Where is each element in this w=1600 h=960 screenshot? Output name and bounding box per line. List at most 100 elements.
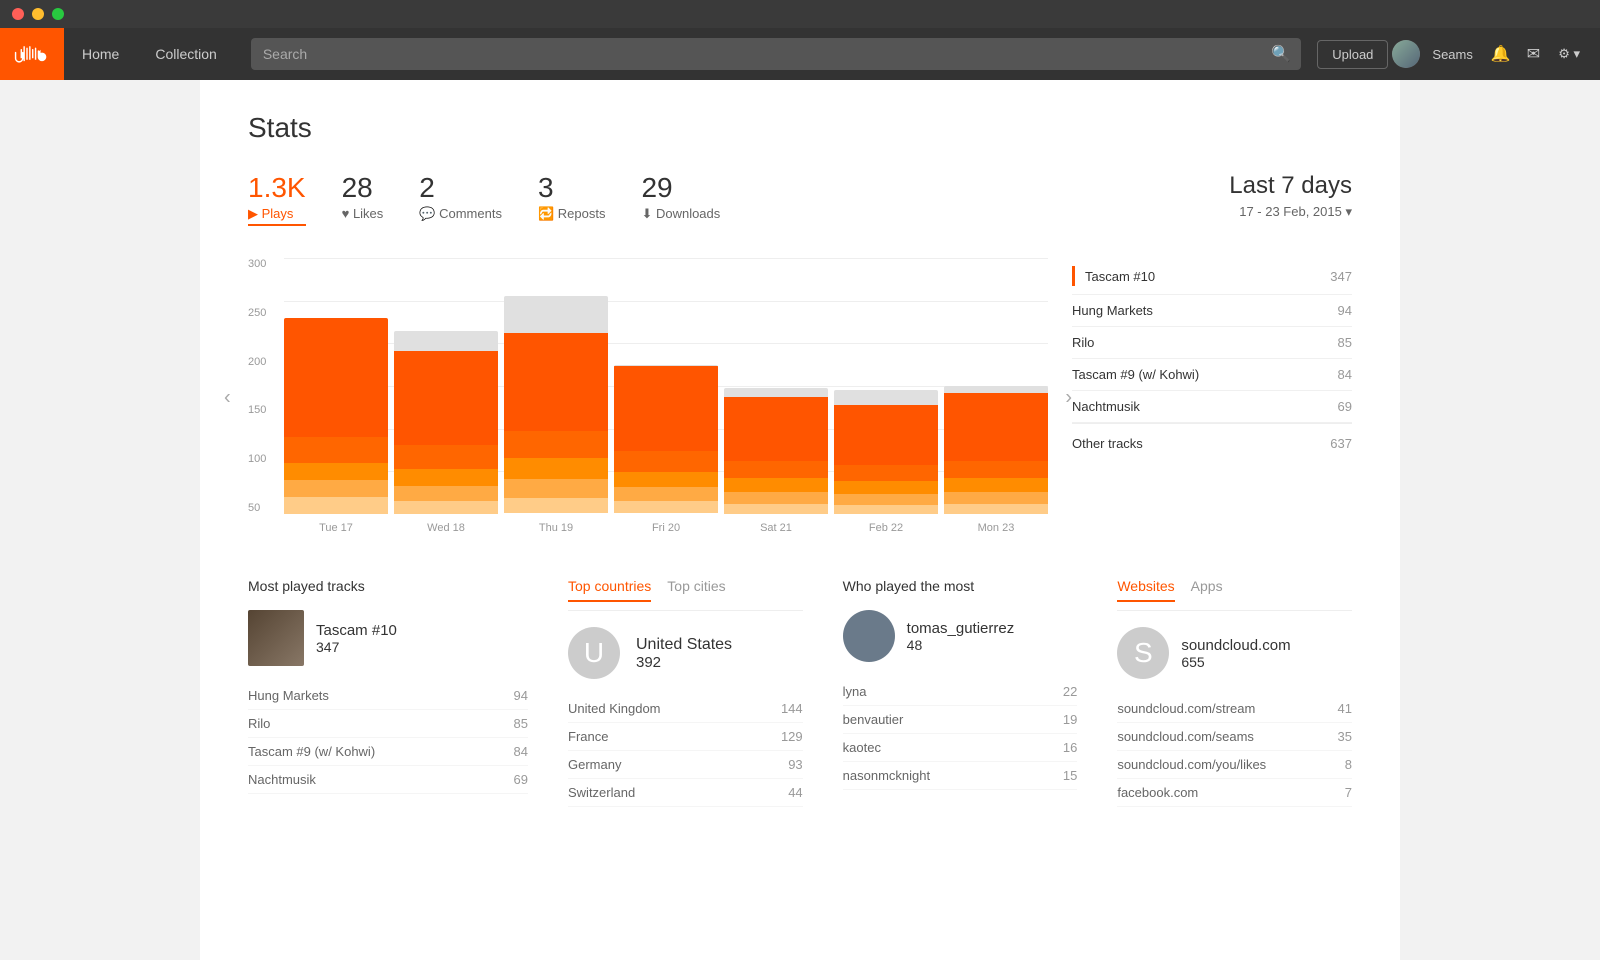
- search-icon: 🔍: [1271, 44, 1291, 64]
- web-featured-name: soundcloud.com: [1181, 637, 1290, 654]
- likes-label[interactable]: ♥ Likes: [342, 206, 384, 221]
- period-subtitle[interactable]: 17 - 23 Feb, 2015 ▾: [1229, 204, 1352, 220]
- comments-count: 2: [419, 172, 502, 204]
- bottom-section: Most played tracks Tascam #10 347 Hung M…: [248, 578, 1352, 807]
- bar-label-4: Sat 21: [760, 522, 792, 534]
- collection-nav-link[interactable]: Collection: [137, 28, 234, 80]
- maximize-dot[interactable]: [52, 8, 64, 20]
- bar-group-1: Wed 18: [394, 331, 498, 514]
- bar-label-2: Thu 19: [539, 522, 573, 534]
- soundcloud-logo-icon: [14, 44, 50, 64]
- reposts-stat: 3 🔁 Reposts: [538, 172, 606, 222]
- close-dot[interactable]: [12, 8, 24, 20]
- user-item-3: nasonmcknight15: [843, 762, 1078, 790]
- chart-main: ‹ › 300 250 200 150 100 50: [248, 258, 1048, 538]
- minimize-dot[interactable]: [32, 8, 44, 20]
- bar-label-0: Tue 17: [319, 522, 353, 534]
- chart-area: ‹ › 300 250 200 150 100 50: [248, 258, 1352, 538]
- chart-next-button[interactable]: ›: [1065, 387, 1072, 410]
- geo-item-1: France129: [568, 723, 803, 751]
- websites-section: Websites Apps S soundcloud.com 655 sound…: [1117, 578, 1352, 807]
- logo[interactable]: [0, 28, 64, 80]
- y-label-200: 200: [248, 356, 284, 368]
- user-item-1: benvautier19: [843, 706, 1078, 734]
- bar-label-1: Wed 18: [427, 522, 465, 534]
- avatar[interactable]: [1392, 40, 1420, 68]
- y-label-250: 250: [248, 307, 284, 319]
- bar-group-4: Sat 21: [724, 388, 828, 514]
- tab-websites[interactable]: Websites: [1117, 578, 1174, 602]
- plays-label[interactable]: ▶ Plays: [248, 206, 306, 226]
- tab-top-cities[interactable]: Top cities: [667, 578, 725, 602]
- geo-featured-count: 392: [636, 654, 732, 671]
- period-title: Last 7 days: [1229, 172, 1352, 200]
- downloads-label[interactable]: ⬇ Downloads: [641, 206, 720, 222]
- y-label-300: 300: [248, 258, 284, 270]
- comments-stat: 2 💬 Comments: [419, 172, 502, 222]
- featured-track-name: Tascam #10: [316, 622, 397, 639]
- chart-prev-button[interactable]: ‹: [224, 387, 231, 410]
- most-played-item-0: Hung Markets94: [248, 682, 528, 710]
- geo-featured-name: United States: [636, 636, 732, 654]
- bar-group-6: Mon 23: [944, 386, 1048, 514]
- track-list-item-2: Rilo85: [1072, 327, 1352, 359]
- search-bar: 🔍: [251, 38, 1301, 70]
- track-list-item-4: Nachtmusik69: [1072, 391, 1352, 423]
- downloads-count: 29: [641, 172, 720, 204]
- track-list-panel: Tascam #10347Hung Markets94Rilo85Tascam …: [1072, 258, 1352, 538]
- most-played-item-1: Rilo85: [248, 710, 528, 738]
- user-list: lyna22benvautier19kaotec16nasonmcknight1…: [843, 678, 1078, 790]
- reposts-label[interactable]: 🔁 Reposts: [538, 206, 606, 222]
- most-played-list: Hung Markets94Rilo85Tascam #9 (w/ Kohwi)…: [248, 682, 528, 794]
- web-featured-count: 655: [1181, 654, 1290, 670]
- main-content: Stats 1.3K ▶ Plays 28 ♥ Likes 2 💬 Commen…: [200, 80, 1400, 960]
- web-item-0: soundcloud.com/stream41: [1117, 695, 1352, 723]
- featured-user-info: tomas_gutierrez 48: [907, 620, 1015, 653]
- most-played-section: Most played tracks Tascam #10 347 Hung M…: [248, 578, 528, 807]
- featured-track: Tascam #10 347: [248, 610, 528, 666]
- navbar: Home Collection 🔍 Upload Seams 🔔 ✉ ⚙ ▾: [0, 28, 1600, 80]
- geo-item-0: United Kingdom144: [568, 695, 803, 723]
- featured-user: tomas_gutierrez 48: [843, 610, 1078, 662]
- settings-button[interactable]: ⚙ ▾: [1550, 46, 1588, 62]
- comments-label[interactable]: 💬 Comments: [419, 206, 502, 222]
- who-played-title: Who played the most: [843, 578, 1078, 594]
- featured-track-info: Tascam #10 347: [316, 622, 397, 655]
- bar-label-5: Feb 22: [869, 522, 903, 534]
- geo-tabs: Top countries Top cities: [568, 578, 803, 611]
- period-header: Last 7 days 17 - 23 Feb, 2015 ▾: [1229, 172, 1352, 220]
- y-label-50: 50: [248, 502, 284, 514]
- track-list-item-1: Hung Markets94: [1072, 295, 1352, 327]
- web-featured-letter: S: [1117, 627, 1169, 679]
- geo-featured: U United States 392: [568, 627, 803, 679]
- web-featured-info: soundcloud.com 655: [1181, 637, 1290, 670]
- other-tracks-label: Other tracks: [1072, 436, 1143, 451]
- most-played-item-2: Tascam #9 (w/ Kohwi)84: [248, 738, 528, 766]
- geo-item-3: Switzerland44: [568, 779, 803, 807]
- search-input[interactable]: [251, 38, 1301, 70]
- bar-label-3: Fri 20: [652, 522, 680, 534]
- web-item-2: soundcloud.com/you/likes8: [1117, 751, 1352, 779]
- track-list-item-0: Tascam #10347: [1072, 258, 1352, 295]
- window-chrome: [0, 0, 1600, 28]
- track-list-item-3: Tascam #9 (w/ Kohwi)84: [1072, 359, 1352, 391]
- most-played-item-3: Nachtmusik69: [248, 766, 528, 794]
- geo-featured-info: United States 392: [636, 636, 732, 671]
- plays-count: 1.3K: [248, 172, 306, 204]
- web-item-1: soundcloud.com/seams35: [1117, 723, 1352, 751]
- tab-apps[interactable]: Apps: [1191, 578, 1223, 602]
- who-played-section: Who played the most tomas_gutierrez 48 l…: [843, 578, 1078, 807]
- web-item-3: facebook.com7: [1117, 779, 1352, 807]
- featured-track-thumb: [248, 610, 304, 666]
- tab-top-countries[interactable]: Top countries: [568, 578, 651, 602]
- mail-icon[interactable]: ✉: [1521, 44, 1546, 64]
- upload-button[interactable]: Upload: [1317, 40, 1388, 69]
- username-label[interactable]: Seams: [1424, 47, 1480, 62]
- home-nav-link[interactable]: Home: [64, 28, 137, 80]
- notification-icon[interactable]: 🔔: [1485, 44, 1517, 64]
- other-tracks-count: 637: [1330, 436, 1352, 451]
- web-featured: S soundcloud.com 655: [1117, 627, 1352, 679]
- bar-group-5: Feb 22: [834, 390, 938, 514]
- bar-group-0: Tue 17: [284, 318, 388, 514]
- user-item-2: kaotec16: [843, 734, 1078, 762]
